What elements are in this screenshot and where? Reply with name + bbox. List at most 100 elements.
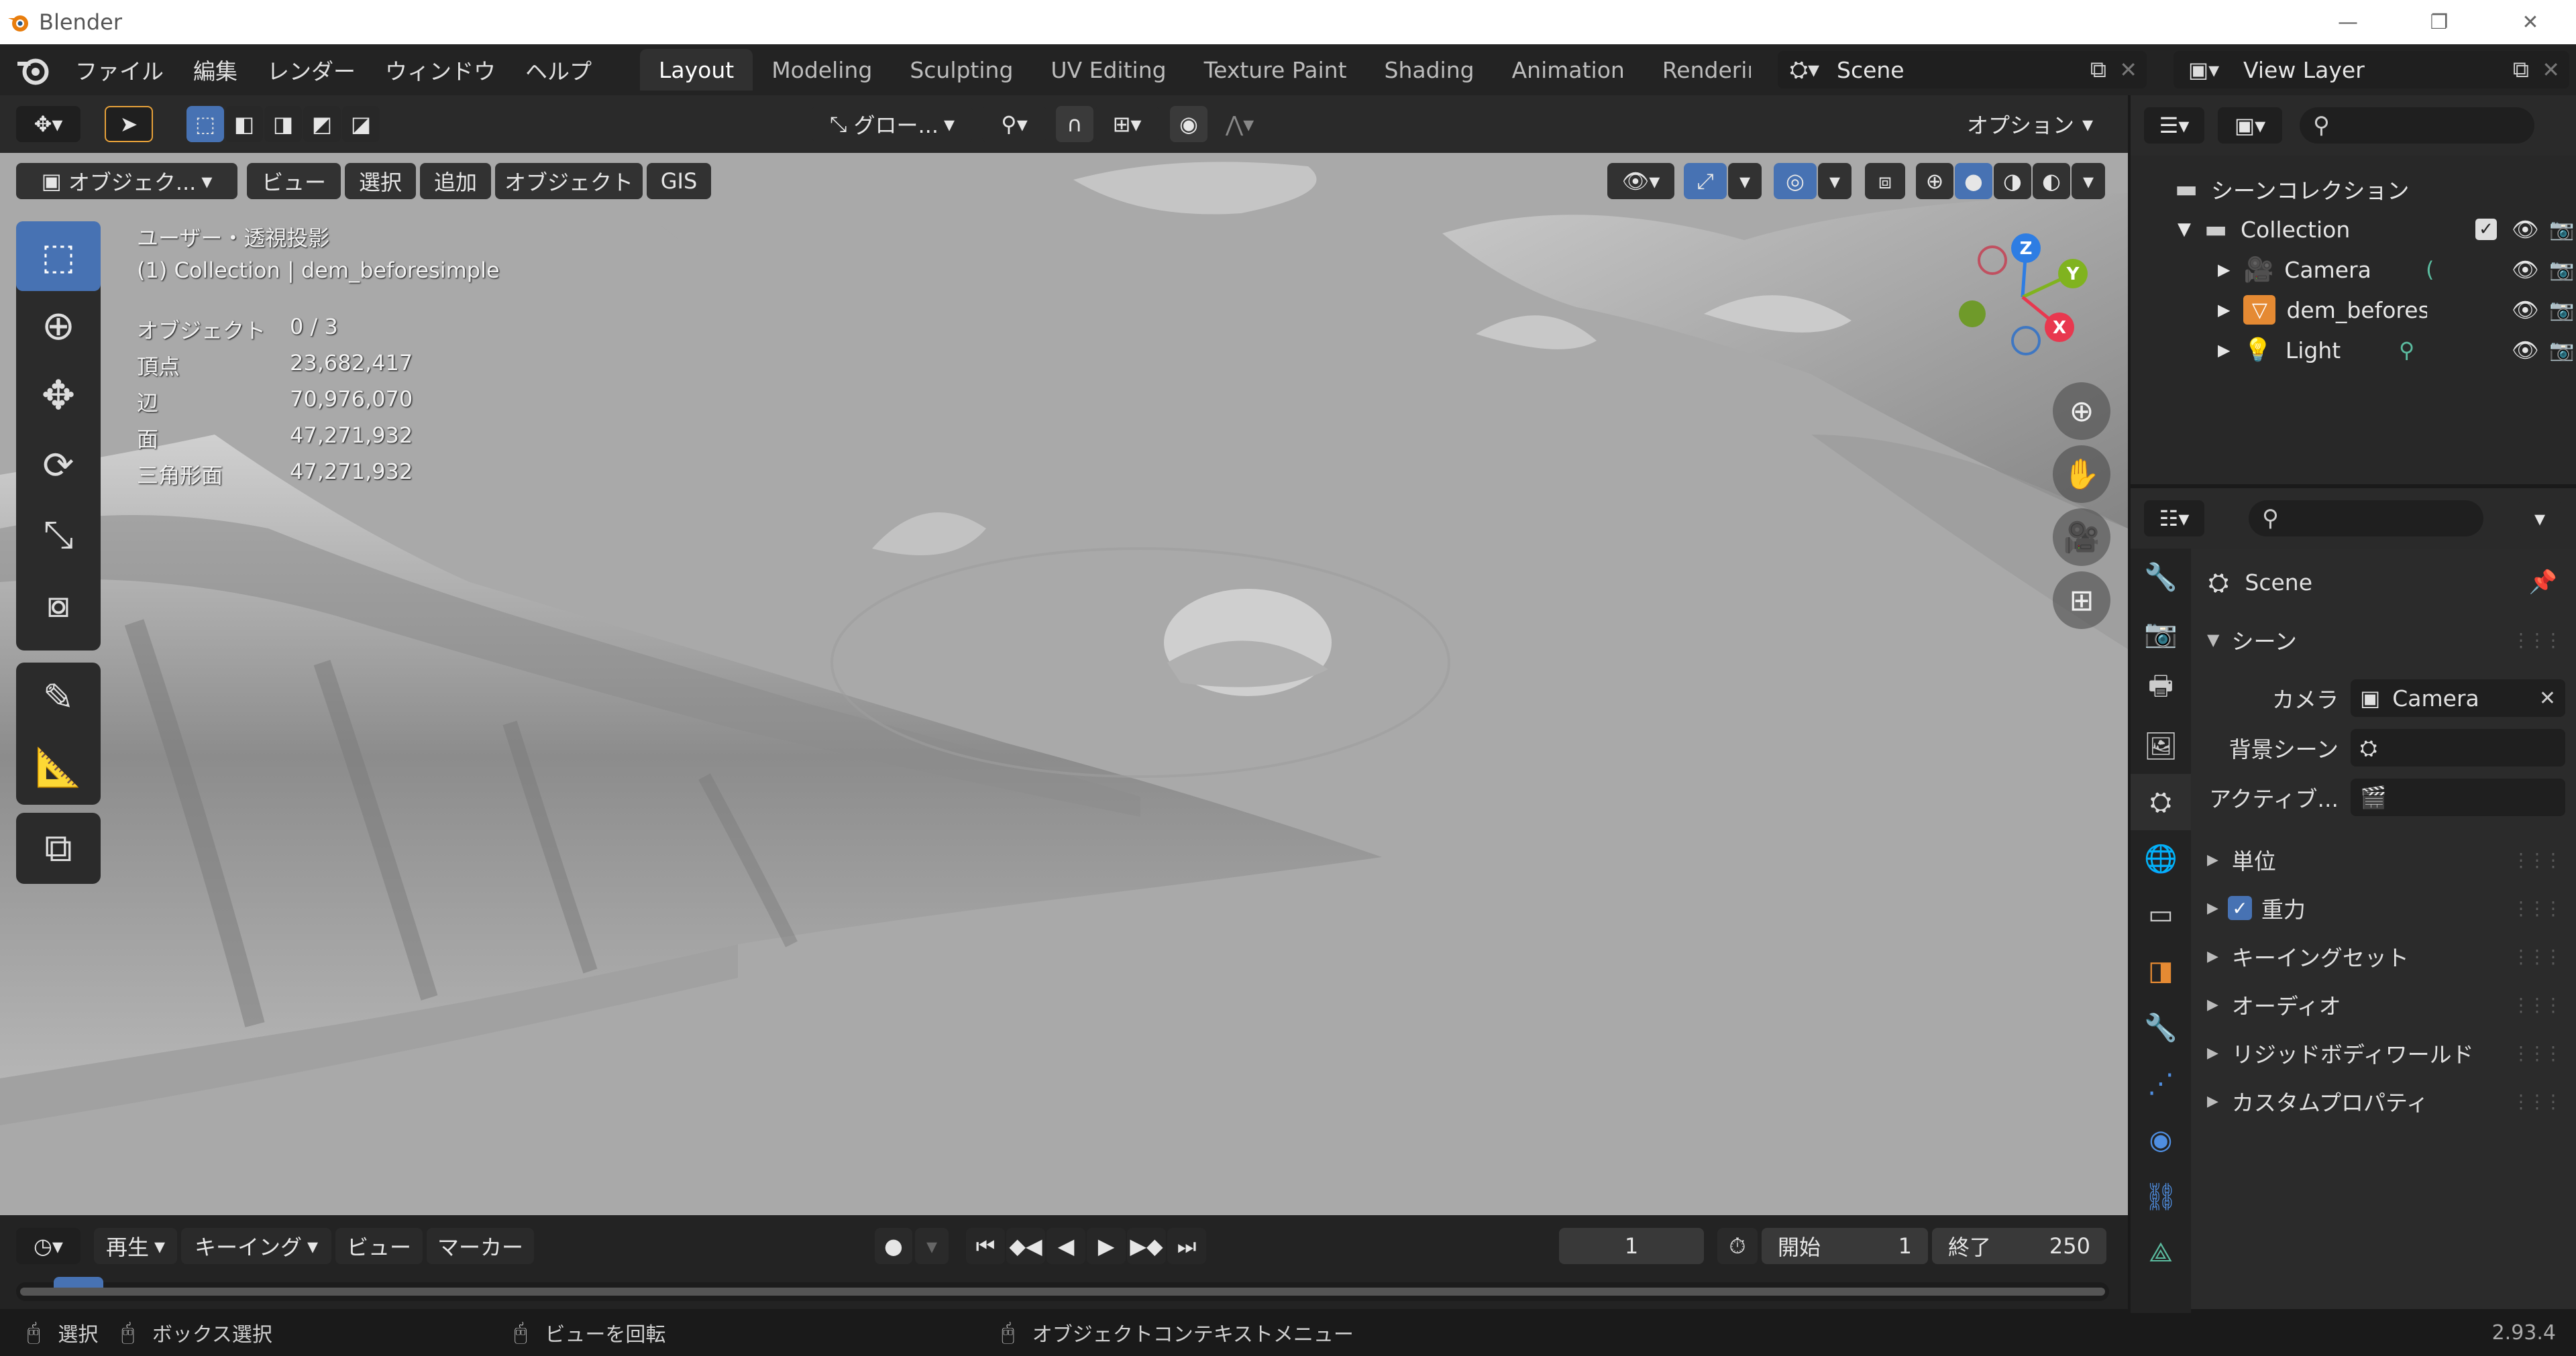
transform-orientation-dropdown[interactable]: ⤡ グロー... ▾	[812, 106, 973, 142]
tab-scene[interactable]: ⛭	[2131, 774, 2191, 830]
falloff-dropdown[interactable]: ⋀▾	[1208, 106, 1272, 142]
panel-header-gravity[interactable]: ▶ ✓ 重力 ⋮⋮⋮	[2198, 888, 2565, 928]
menu-render[interactable]: レンダー	[252, 50, 370, 90]
tab-rendering[interactable]: Rendering	[1644, 49, 1751, 91]
measure-tool[interactable]: 📐	[16, 732, 101, 802]
expand-arrow-icon[interactable]: ▶	[2218, 260, 2230, 279]
expand-arrow-icon[interactable]: ▼	[2178, 219, 2191, 239]
properties-options-dropdown[interactable]: ▾	[2518, 500, 2561, 536]
visibility-dropdown[interactable]: 👁▾	[1607, 163, 1674, 199]
select-invert-button[interactable]: ◩	[303, 106, 341, 142]
next-keyframe-button[interactable]: ▶◆	[1127, 1228, 1166, 1264]
viewport-menu-gis[interactable]: GIS	[647, 163, 711, 199]
outliner-scene-collection[interactable]: ▬ シーンコレクション	[2131, 169, 2576, 209]
current-frame-field[interactable]: 1	[1559, 1228, 1704, 1264]
zoom-view-button[interactable]: ⊕	[2053, 382, 2110, 440]
tab-data[interactable]: ⟁	[2131, 1225, 2191, 1281]
render-camera-icon[interactable]: 📷	[2549, 218, 2574, 241]
eye-icon[interactable]: 👁	[2512, 217, 2539, 242]
perspective-toggle-button[interactable]: ⊞	[2053, 571, 2110, 629]
tab-render[interactable]: 📷	[2131, 605, 2191, 661]
prev-keyframe-button[interactable]: ◆◀	[1006, 1228, 1045, 1264]
render-camera-icon[interactable]: 📷	[2549, 258, 2574, 282]
tab-shading[interactable]: Shading	[1366, 49, 1493, 91]
panel-header-scene[interactable]: ▼ シーン ⋮⋮⋮	[2198, 620, 2565, 660]
tab-texture-paint[interactable]: Texture Paint	[1185, 49, 1366, 91]
menu-help[interactable]: ヘルプ	[511, 50, 606, 90]
drag-handle-icon[interactable]: ⋮⋮⋮	[2512, 849, 2563, 871]
display-mode-dropdown[interactable]: ▣▾	[2218, 107, 2282, 144]
tab-sculpting[interactable]: Sculpting	[891, 49, 1032, 91]
overlays-toggle[interactable]: ◎	[1774, 163, 1817, 199]
camera-view-button[interactable]: 🎥	[2053, 508, 2110, 566]
snap-target-dropdown[interactable]: ⊞▾	[1095, 106, 1159, 142]
outliner-editor-type-button[interactable]: ☰▾	[2144, 107, 2204, 144]
tab-constraints[interactable]: ⛓	[2131, 1168, 2191, 1225]
pivot-point-dropdown[interactable]: ⚲▾	[982, 106, 1046, 142]
expand-arrow-icon[interactable]: ▶	[2218, 300, 2230, 319]
tab-object[interactable]: ◨	[2131, 943, 2191, 999]
tab-world[interactable]: 🌐	[2131, 830, 2191, 887]
3d-viewport[interactable]: ▣ オブジェク... ▾ ビュー 選択 追加 オブジェクト GIS 👁▾ ⤢ ▾…	[0, 153, 2128, 1215]
tab-tool[interactable]: 🔧	[2131, 549, 2191, 605]
select-subtract-button[interactable]: ◨	[264, 106, 302, 142]
editor-type-button[interactable]: ✥▾	[16, 106, 80, 142]
eye-icon[interactable]: 👁	[2512, 257, 2539, 282]
properties-editor-type-button[interactable]: ☷▾	[2144, 500, 2204, 536]
gizmo-toggle[interactable]: ⤢	[1684, 163, 1727, 199]
viewport-menu-object[interactable]: オブジェクト	[495, 163, 643, 199]
render-camera-icon[interactable]: 📷	[2549, 298, 2574, 322]
tab-particles[interactable]: ⋰	[2131, 1056, 2191, 1112]
gravity-checkbox[interactable]: ✓	[2227, 896, 2252, 920]
scale-tool[interactable]: ⤡	[16, 500, 101, 570]
active-clip-field[interactable]: 🎬	[2351, 779, 2565, 816]
timeline-scrollbar[interactable]	[20, 1288, 2105, 1296]
menu-window[interactable]: ウィンドウ	[370, 50, 511, 90]
move-tool[interactable]: ✥	[16, 361, 101, 431]
shading-solid-button[interactable]: ●	[1955, 163, 1992, 199]
tab-layout[interactable]: Layout	[640, 49, 753, 91]
auto-keying-dropdown[interactable]: ▾	[915, 1228, 949, 1264]
camera-field[interactable]: ▣ Camera ✕	[2351, 679, 2565, 717]
xray-toggle[interactable]: ⧈	[1865, 163, 1905, 199]
pan-view-button[interactable]: ✋	[2053, 445, 2110, 503]
panel-header-rigid-body-world[interactable]: ▶ リジッドボディワールド ⋮⋮⋮	[2198, 1033, 2565, 1073]
frame-end-field[interactable]: 終了 250	[1932, 1228, 2106, 1264]
panel-header-keying-sets[interactable]: ▶ キーイングセット ⋮⋮⋮	[2198, 936, 2565, 976]
drag-handle-icon[interactable]: ⋮⋮⋮	[2512, 1090, 2563, 1113]
viewport-menu-add[interactable]: 追加	[420, 163, 491, 199]
new-view-layer-icon[interactable]: ⧉	[2513, 56, 2529, 83]
timeline-editor-type-button[interactable]: ◷▾	[16, 1228, 80, 1264]
tab-modifiers[interactable]: 🔧	[2131, 999, 2191, 1056]
jump-end-button[interactable]: ⏭	[1167, 1228, 1206, 1264]
shading-material-button[interactable]: ◑	[1994, 163, 2031, 199]
marker-menu[interactable]: マーカー	[427, 1228, 534, 1264]
view-layer-selector[interactable]: ▣▾ View Layer ⧉ ✕	[2174, 51, 2569, 89]
drag-handle-icon[interactable]: ⋮⋮⋮	[2512, 897, 2563, 919]
select-new-button[interactable]: ⬚	[186, 106, 224, 142]
select-extend-button[interactable]: ◧	[225, 106, 263, 142]
rotate-tool[interactable]: ⟳	[16, 431, 101, 500]
shading-rendered-button[interactable]: ◐	[2033, 163, 2070, 199]
snap-toggle[interactable]: ∩	[1056, 106, 1093, 142]
select-tool-mode-button[interactable]: ➤	[105, 106, 153, 142]
menu-edit[interactable]: 編集	[178, 50, 252, 90]
blender-menu-icon[interactable]	[13, 50, 54, 90]
add-cube-tool[interactable]: ⧉	[16, 813, 101, 883]
outliner-item-camera[interactable]: ▶ 🎥 Camera ( 👁 📷	[2131, 249, 2576, 290]
jump-start-button[interactable]: ⏮	[966, 1228, 1005, 1264]
drag-handle-icon[interactable]: ⋮⋮⋮	[2512, 1042, 2563, 1064]
tab-animation[interactable]: Animation	[1493, 49, 1644, 91]
tab-view-layer[interactable]: 🖼	[2131, 718, 2191, 774]
outliner-collection[interactable]: ▼ ▬ Collection ✓ 👁 📷	[2131, 209, 2576, 249]
annotate-tool[interactable]: ✎	[16, 663, 101, 732]
viewport-menu-view[interactable]: ビュー	[247, 163, 341, 199]
keying-menu[interactable]: キーイング ▾	[181, 1228, 331, 1264]
preview-range-toggle[interactable]: ⏱	[1717, 1228, 1758, 1264]
panel-header-custom-properties[interactable]: ▶ カスタムプロパティ ⋮⋮⋮	[2198, 1081, 2565, 1121]
mode-dropdown[interactable]: ▣ オブジェク... ▾	[16, 163, 237, 199]
expand-arrow-icon[interactable]: ▶	[2218, 341, 2230, 359]
transform-tool[interactable]: ⧇	[16, 570, 101, 640]
menu-file[interactable]: ファイル	[60, 50, 178, 90]
restore-button[interactable]: ❐	[2394, 0, 2485, 44]
